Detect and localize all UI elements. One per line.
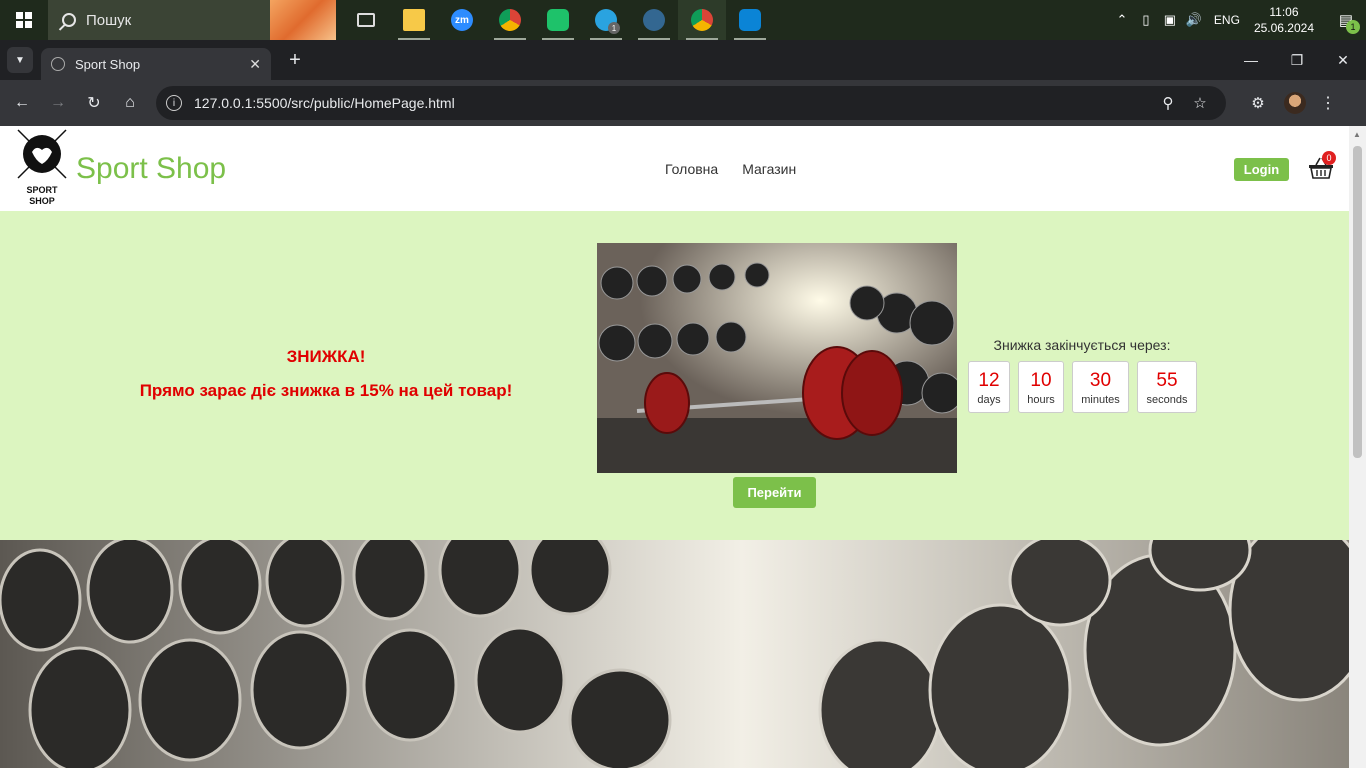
zoom-icon: zm (451, 9, 473, 31)
nav-home-link[interactable]: Головна (665, 161, 718, 177)
close-window-button[interactable]: ✕ (1320, 40, 1366, 80)
countdown-minutes-unit: minutes (1081, 394, 1120, 406)
page-viewport: SPORT SHOP Sport Shop Головна Магазин Lo… (0, 126, 1366, 768)
taskbar-zoom[interactable]: zm (438, 0, 486, 40)
taskbar-green-app[interactable] (534, 0, 582, 40)
folder-icon (403, 9, 425, 31)
chevron-up-icon[interactable]: ⌃ (1110, 12, 1134, 28)
taskbar-postgresql[interactable] (630, 0, 678, 40)
sport-shop-logo[interactable]: SPORT SHOP (16, 128, 68, 208)
countdown-days: 12 days (968, 361, 1010, 413)
search-highlight-image (270, 0, 336, 40)
clock-time: 11:06 (1269, 5, 1299, 19)
nav-shop-link[interactable]: Магазин (742, 161, 796, 177)
bookmark-star-icon[interactable]: ☆ (1184, 94, 1216, 112)
task-view-button[interactable] (342, 0, 390, 40)
notification-center-button[interactable]: ▤ 1 (1326, 0, 1366, 40)
url-text[interactable]: 127.0.0.1:5500/src/public/HomePage.html (194, 95, 1152, 111)
discount-section: ЗНИЖКА! Прямо зарає діє знижка в 15% на … (0, 211, 1349, 540)
home-button[interactable]: ⌂ (112, 85, 148, 121)
notification-count: 1 (1346, 20, 1360, 34)
taskbar-chrome-2[interactable] (678, 0, 726, 40)
countdown-timer: 12 days 10 hours 30 minutes 55 seconds (968, 361, 1197, 413)
taskbar-vscode[interactable] (726, 0, 774, 40)
main-nav: Головна Магазин (665, 161, 796, 177)
countdown-hours-unit: hours (1027, 394, 1055, 406)
profile-avatar[interactable] (1284, 92, 1306, 114)
home-page: SPORT SHOP Sport Shop Головна Магазин Lo… (0, 126, 1349, 768)
countdown-hours: 10 hours (1018, 361, 1064, 413)
zoom-icon[interactable]: ⚲ (1152, 94, 1184, 112)
start-button[interactable] (0, 0, 48, 40)
page-scrollbar[interactable]: ▲ (1349, 126, 1366, 768)
chrome-icon (691, 9, 713, 31)
taskbar-search-placeholder: Пошук (86, 11, 132, 29)
browser-menu-icon[interactable]: ⋮ (1316, 93, 1340, 113)
taskbar-chrome-1[interactable] (486, 0, 534, 40)
tab-title: Sport Shop (75, 56, 141, 72)
close-tab-icon[interactable]: ✕ (249, 56, 261, 73)
taskbar-file-explorer[interactable] (390, 0, 438, 40)
site-info-icon[interactable]: i (166, 95, 182, 111)
address-bar[interactable]: i 127.0.0.1:5500/src/public/HomePage.htm… (156, 86, 1226, 120)
task-view-icon (357, 13, 375, 27)
barbell-product-image (597, 243, 957, 473)
forward-button[interactable]: → (40, 85, 76, 121)
countdown-minutes: 30 minutes (1072, 361, 1129, 413)
back-button[interactable]: ← (4, 85, 40, 121)
new-tab-button[interactable]: + (283, 49, 307, 72)
countdown-minutes-value: 30 (1089, 370, 1112, 391)
browser-toolbar: ← → ↻ ⌂ i 127.0.0.1:5500/src/public/Home… (0, 80, 1366, 126)
telegram-badge: 1 (608, 22, 620, 34)
scroll-up-icon[interactable]: ▲ (1353, 130, 1361, 139)
chrome-icon (499, 9, 521, 31)
countdown-seconds-unit: seconds (1146, 394, 1188, 406)
discount-text: Прямо зарає діє знижка в 15% на цей това… (139, 381, 513, 400)
postgresql-icon (643, 9, 665, 31)
countdown-seconds-value: 55 (1156, 370, 1178, 391)
browser-tab[interactable]: Sport Shop ✕ (41, 48, 271, 80)
logo-text-line2: SHOP (29, 196, 55, 206)
reload-button[interactable]: ↻ (76, 85, 112, 121)
go-to-product-button[interactable]: Перейти (733, 477, 816, 508)
discount-title: ЗНИЖКА! (286, 347, 366, 366)
browser-tab-strip: ▼ Sport Shop ✕ + — ❐ ✕ (0, 40, 1366, 80)
restore-button[interactable]: ❐ (1274, 40, 1320, 80)
cart-count-badge: 0 (1322, 151, 1336, 165)
countdown-days-value: 12 (978, 370, 1000, 391)
site-header: SPORT SHOP Sport Shop Головна Магазин Lo… (0, 126, 1349, 211)
countdown-seconds: 55 seconds (1137, 361, 1197, 413)
scrollbar-thumb[interactable] (1353, 146, 1362, 458)
windows-taskbar: Пошук zm 1 ⌃ ▯ ▣ 🔊 ENG 11:06 25.06.2024 … (0, 0, 1366, 40)
taskbar-telegram[interactable]: 1 (582, 0, 630, 40)
system-tray: ⌃ ▯ ▣ 🔊 ENG 11:06 25.06.2024 ▤ 1 (1110, 0, 1366, 40)
vscode-icon (739, 9, 761, 31)
search-icon (62, 13, 76, 27)
clock[interactable]: 11:06 25.06.2024 (1254, 4, 1314, 36)
countdown-days-unit: days (977, 394, 1001, 406)
logo-text-line1: SPORT (26, 185, 58, 195)
app-icon (547, 9, 569, 31)
clock-date: 25.06.2024 (1253, 21, 1314, 35)
countdown-hours-value: 10 (1030, 370, 1052, 391)
extensions-icon[interactable]: ⚙ (1242, 94, 1274, 112)
windows-logo-icon (16, 12, 32, 28)
countdown-label: Знижка закінчується через: (993, 337, 1171, 353)
minimize-button[interactable]: — (1228, 40, 1274, 80)
volume-icon[interactable]: 🔊 (1182, 12, 1206, 28)
tab-search-button[interactable]: ▼ (7, 47, 33, 73)
language-indicator[interactable]: ENG (1214, 13, 1240, 27)
battery-icon[interactable]: ▯ (1134, 12, 1158, 28)
login-button[interactable]: Login (1234, 158, 1289, 181)
dumbbell-rack-banner (0, 540, 1349, 768)
globe-icon (51, 57, 65, 71)
chevron-down-icon: ▼ (15, 54, 25, 66)
brand-name[interactable]: Sport Shop (76, 152, 226, 186)
network-icon[interactable]: ▣ (1158, 12, 1182, 28)
taskbar-search[interactable]: Пошук (48, 0, 336, 40)
